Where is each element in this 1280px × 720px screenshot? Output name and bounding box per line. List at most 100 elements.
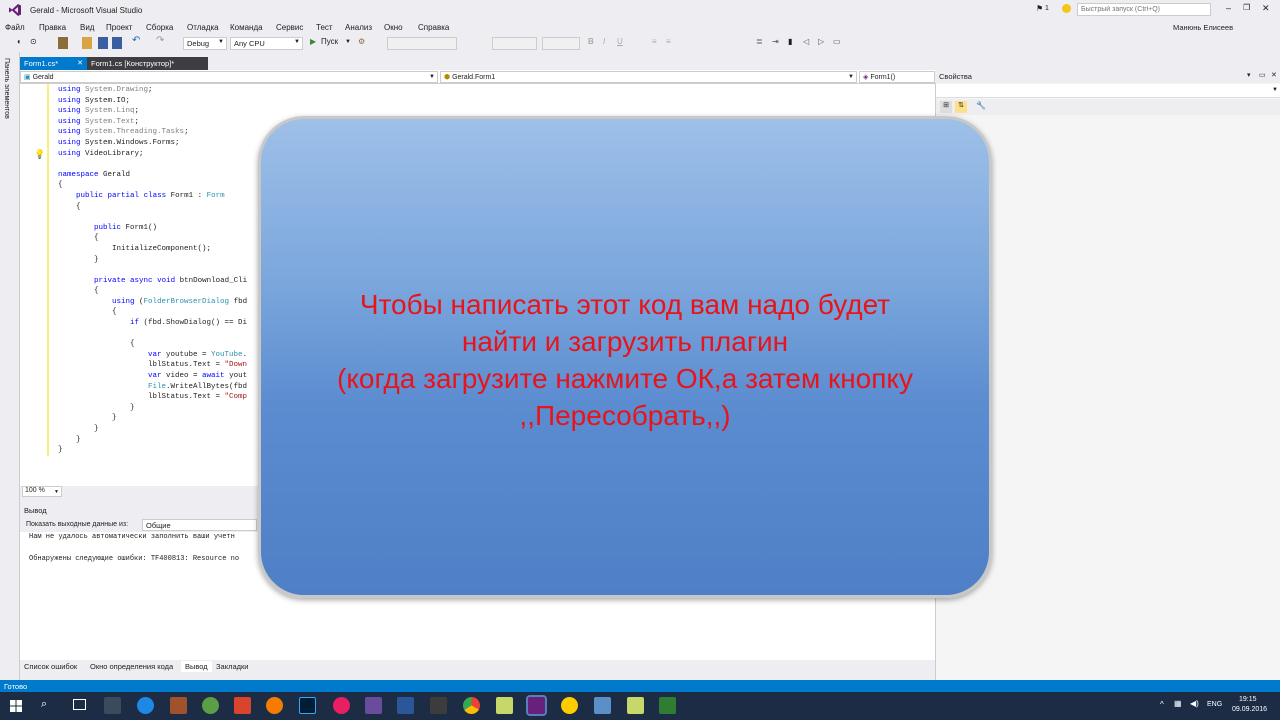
yandex-icon[interactable] — [561, 697, 578, 714]
class-dropdown[interactable]: ⬢ Gerald.Form1 ▼ — [440, 71, 857, 83]
tab-form1-cs[interactable]: Form1.cs* ✕ — [20, 57, 87, 70]
open-file-icon[interactable] — [82, 37, 92, 49]
tab-error-list[interactable]: Список ошибок — [20, 661, 81, 672]
media-player-icon[interactable] — [104, 697, 121, 714]
solution-config-dropdown[interactable]: Debug ▼ — [183, 37, 227, 50]
visual-studio-taskbar-icon[interactable] — [526, 695, 547, 716]
zoom-dropdown[interactable]: 100 % ▼ — [22, 486, 62, 497]
align-icon[interactable]: ≡ — [652, 37, 657, 49]
save-icon[interactable] — [98, 37, 108, 49]
tab-code-definition[interactable]: Окно определения кода — [86, 661, 177, 672]
bookmark-icon[interactable]: ▮ — [788, 37, 792, 49]
chevron-down-icon[interactable]: ▼ — [345, 39, 351, 51]
tab-output[interactable]: Вывод — [181, 661, 212, 672]
git-icon[interactable] — [234, 697, 251, 714]
indent-icon[interactable]: ⇥ — [772, 37, 779, 49]
member-dropdown[interactable]: ◈ Form1() — [859, 71, 935, 83]
chrome-icon[interactable] — [463, 697, 480, 714]
clock-date[interactable]: 09.09.2016 — [1232, 706, 1267, 713]
photoshop-icon[interactable] — [299, 697, 316, 714]
bookmark-clear-icon[interactable]: ▭ — [833, 37, 841, 49]
word-icon[interactable] — [397, 697, 414, 714]
undo-icon[interactable]: ↶ — [132, 35, 140, 47]
toolbox-tab[interactable]: Панель элементов — [3, 58, 10, 119]
format-icon[interactable]: ≣ — [756, 37, 763, 49]
close-button[interactable]: ✕ — [1262, 3, 1270, 14]
bold-icon[interactable]: B — [588, 37, 594, 49]
close-icon[interactable]: ✕ — [1271, 71, 1277, 79]
bookmark-prev-icon[interactable]: ◁ — [803, 37, 809, 49]
platform-value: Any CPU — [234, 39, 265, 48]
menu-test[interactable]: Тест — [316, 23, 333, 32]
restore-button[interactable]: ❐ — [1243, 3, 1250, 12]
project-value: Gerald — [32, 74, 54, 81]
blender-icon[interactable] — [266, 697, 283, 714]
target-dropdown[interactable] — [387, 37, 457, 50]
start-play-icon[interactable]: ▶ — [310, 37, 316, 49]
align-center-icon[interactable]: ≡ — [666, 37, 671, 49]
browser-link-icon[interactable]: ⚙ — [358, 37, 365, 49]
menu-window[interactable]: Окно — [384, 23, 403, 32]
network-icon[interactable]: ▦ — [1174, 699, 1182, 708]
app-icon-green[interactable] — [202, 697, 219, 714]
task-view-icon[interactable] — [73, 699, 86, 710]
lightbulb-icon[interactable]: 💡 — [34, 149, 45, 160]
browser-icon[interactable] — [137, 697, 154, 714]
property-pages-icon[interactable]: 🔧 — [976, 101, 986, 110]
code-line: using System.Drawing; — [58, 86, 153, 94]
terminal-icon[interactable] — [430, 697, 447, 714]
bookmark-next-icon[interactable]: ▷ — [818, 37, 824, 49]
pin-icon[interactable]: ▭ — [1259, 71, 1266, 79]
quick-launch-input[interactable] — [1077, 3, 1211, 16]
tab-form1-designer[interactable]: Form1.cs [Конструктор]* — [87, 57, 208, 70]
platform-dropdown[interactable]: Any CPU ▼ — [230, 37, 303, 50]
menu-view[interactable]: Вид — [80, 23, 94, 32]
font-name-dropdown[interactable] — [492, 37, 537, 50]
app-icon-darkgreen[interactable] — [659, 697, 676, 714]
windows-start-icon[interactable] — [10, 700, 22, 712]
code-line: namespace Gerald — [58, 170, 131, 179]
pin-menu-icon[interactable]: ▾ — [1247, 71, 1251, 79]
search-icon[interactable]: ⌕ — [41, 698, 47, 711]
app-icon-lime[interactable] — [496, 697, 513, 714]
save-all-icon[interactable] — [112, 37, 122, 49]
forward-icon[interactable]: ⊙ — [30, 37, 37, 49]
app-icon-lime-2[interactable] — [627, 697, 644, 714]
menu-help[interactable]: Справка — [418, 23, 449, 32]
app-icon-blue[interactable] — [594, 697, 611, 714]
project-dropdown[interactable]: ▣ Gerald ▼ — [20, 71, 438, 83]
app-icon-pink[interactable] — [333, 697, 350, 714]
back-icon[interactable]: ◐ — [17, 37, 22, 49]
italic-icon[interactable]: I — [603, 37, 605, 49]
menu-file[interactable]: Файл — [5, 23, 25, 32]
volume-icon[interactable]: ◀) — [1190, 699, 1199, 708]
menu-debug[interactable]: Отладка — [187, 23, 219, 32]
menu-team[interactable]: Команда — [230, 23, 263, 32]
menu-build[interactable]: Сборка — [146, 23, 173, 32]
close-icon[interactable]: ✕ — [77, 59, 83, 67]
categorized-icon[interactable]: ⊞ — [940, 101, 952, 113]
redo-icon[interactable]: ↷ — [156, 35, 164, 47]
feedback-smiley-icon[interactable] — [1062, 4, 1071, 13]
properties-object-dropdown[interactable]: ▼ — [936, 84, 1280, 98]
tray-expand-icon[interactable]: ^ — [1160, 700, 1164, 709]
language-indicator[interactable]: ENG — [1207, 701, 1222, 708]
notification-flag-icon[interactable]: ⚑ — [1036, 4, 1043, 13]
menu-edit[interactable]: Правка — [39, 23, 66, 32]
menu-tools[interactable]: Сервис — [276, 23, 303, 32]
start-button-label[interactable]: Пуск — [321, 37, 338, 49]
underline-icon[interactable]: U — [617, 37, 623, 49]
output-source-dropdown[interactable]: Общие — [142, 519, 257, 531]
app-icon-brown[interactable] — [170, 697, 187, 714]
menu-project[interactable]: Проект — [106, 23, 132, 32]
minimize-button[interactable]: – — [1226, 3, 1231, 13]
alphabetical-icon[interactable]: ⇅ — [955, 101, 967, 113]
app-icon-purple[interactable] — [365, 697, 382, 714]
clock-time[interactable]: 19:15 — [1239, 696, 1257, 703]
new-project-icon[interactable] — [58, 37, 68, 49]
menu-analyze[interactable]: Анализ — [345, 23, 372, 32]
font-size-dropdown[interactable] — [542, 37, 580, 50]
code-lines[interactable]: using System.Drawing; using System.IO; usi… — [58, 85, 247, 456]
tab-bookmarks[interactable]: Закладки — [212, 661, 252, 672]
